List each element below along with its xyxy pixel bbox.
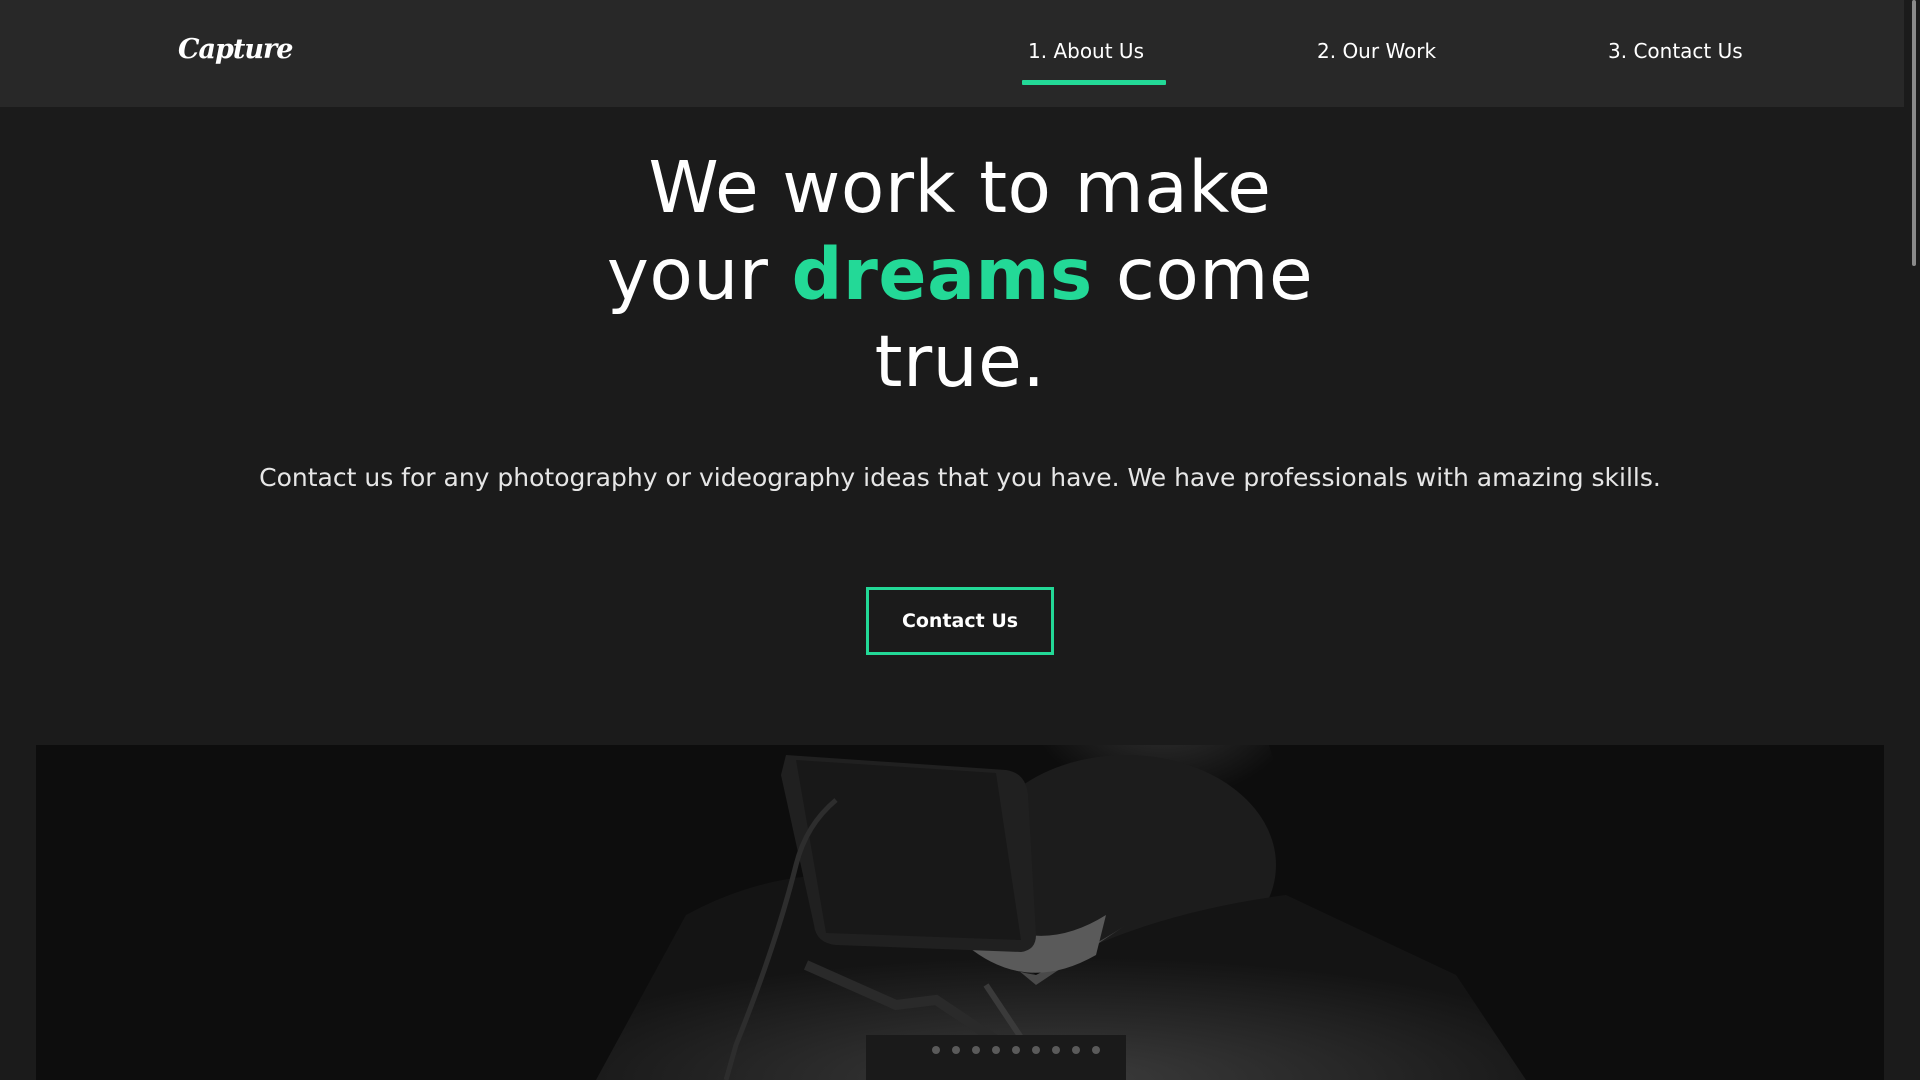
hero-headline: We work to make your dreams come true.	[560, 144, 1360, 405]
nav-item-about-us[interactable]: 1. About Us	[1028, 39, 1144, 63]
contact-us-button[interactable]: Contact Us	[866, 587, 1054, 655]
scrollbar-thumb[interactable]	[1912, 0, 1916, 266]
page: Capture 1. About Us 2. Our Work 3. Conta…	[0, 0, 1920, 1080]
nav-active-indicator	[1022, 80, 1166, 85]
nav-item-our-work[interactable]: 2. Our Work	[1317, 39, 1436, 63]
nav-item-contact-us[interactable]: 3. Contact Us	[1608, 39, 1743, 63]
photographer-with-camera-image	[36, 745, 1884, 1080]
headline-accent-word: dreams	[791, 233, 1093, 316]
logo[interactable]: Capture	[178, 34, 293, 65]
hero-photo	[36, 745, 1884, 1080]
top-navbar: Capture 1. About Us 2. Our Work 3. Conta…	[0, 0, 1904, 107]
hero-subtitle: Contact us for any photography or videog…	[259, 463, 1661, 492]
